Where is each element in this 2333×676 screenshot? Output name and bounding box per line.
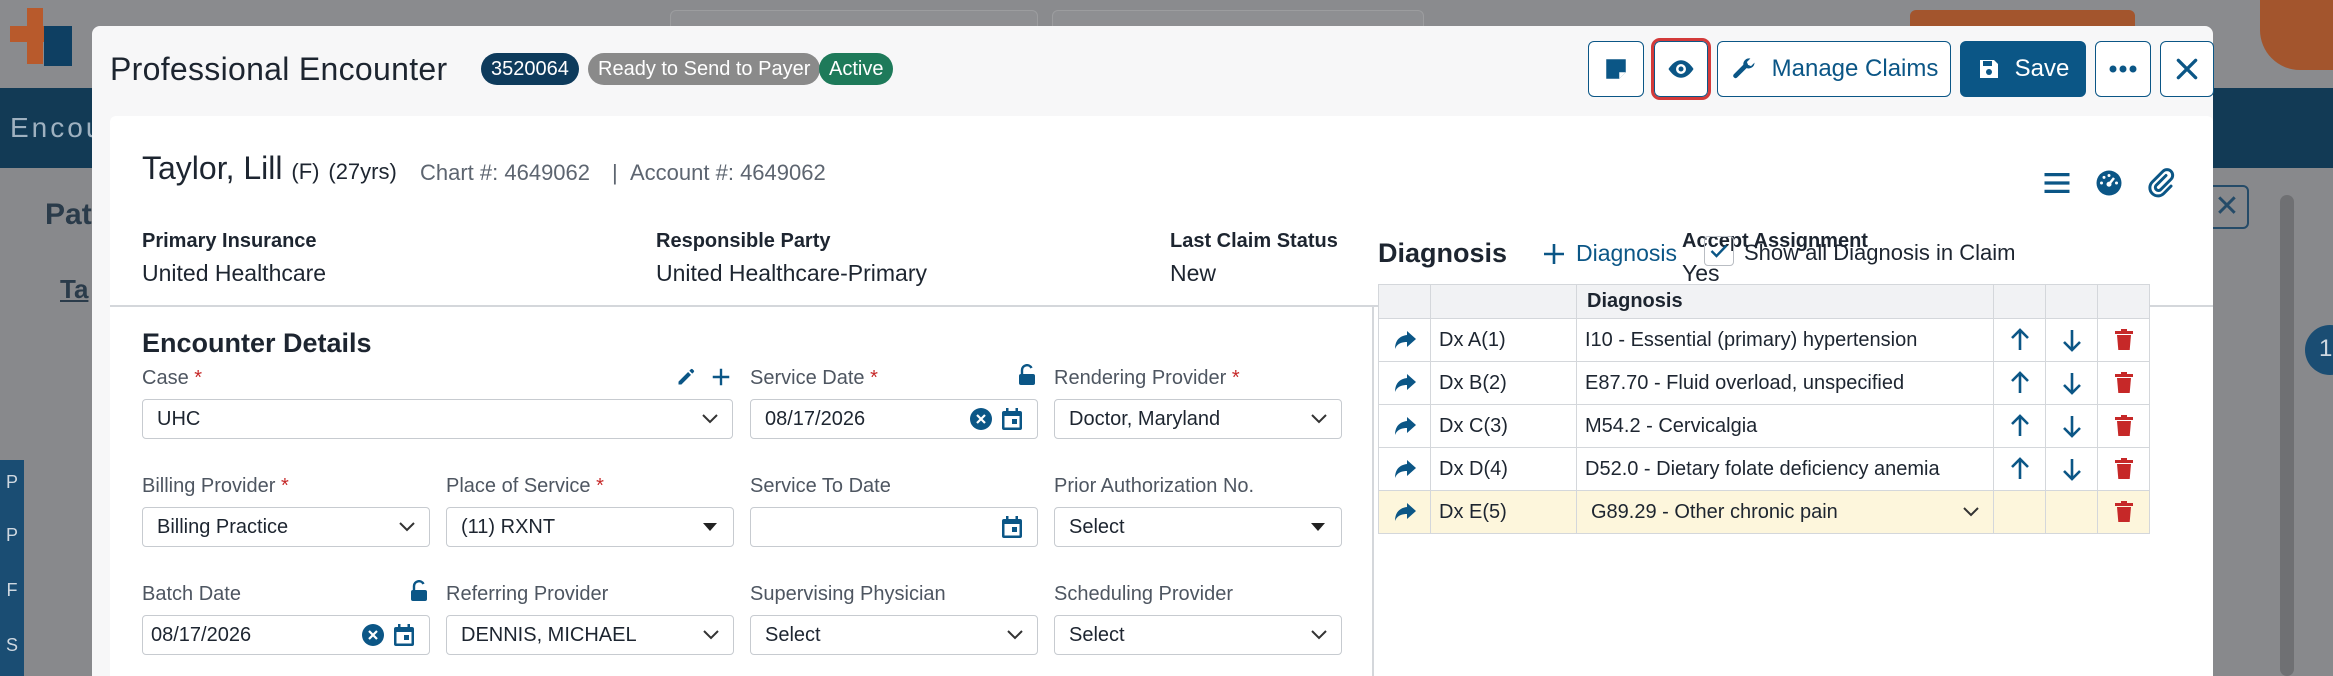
add-diagnosis-label: Diagnosis [1576, 240, 1677, 266]
wrench-icon [1732, 58, 1755, 79]
background-tab-letter: P [5, 472, 18, 492]
arrow-up-icon [2010, 414, 2029, 436]
arrow-up-icon [2010, 328, 2029, 350]
move-down-button[interactable] [2045, 318, 2098, 362]
point-diagnosis-button[interactable] [1378, 318, 1431, 362]
save-button[interactable]: Save [1960, 41, 2086, 97]
arrow-down-icon [2062, 416, 2081, 438]
app-logo [10, 8, 72, 66]
background-scrollbar [2280, 195, 2294, 676]
point-diagnosis-button[interactable] [1378, 490, 1431, 534]
trash-icon [2114, 458, 2133, 479]
share-arrow-icon [1394, 460, 1416, 478]
move-up-button[interactable] [1993, 447, 2046, 491]
dx-code: Dx B(2) [1430, 361, 1577, 405]
encounter-id-badge: 3520064 [481, 53, 579, 85]
close-icon [2176, 58, 2198, 80]
modal-title: Professional Encounter [110, 51, 448, 87]
trash-icon [2114, 372, 2133, 393]
preview-button[interactable] [1651, 38, 1711, 100]
dx-description: D52.0 - Dietary folate deficiency anemia [1576, 447, 1994, 491]
arrow-down-icon [2062, 330, 2081, 352]
plus-icon [1544, 243, 1564, 264]
table-row: Dx C(3) M54.2 - Cervicalgia [1378, 404, 2150, 448]
dx-description-select[interactable]: G89.29 - Other chronic pain [1576, 490, 1994, 534]
ellipsis-icon [2109, 65, 2137, 73]
move-up-button[interactable] [1993, 318, 2046, 362]
point-diagnosis-button[interactable] [1378, 447, 1431, 491]
table-row: Dx B(2) E87.70 - Fluid overload, unspeci… [1378, 361, 2150, 405]
share-arrow-icon [1394, 503, 1416, 521]
eye-icon [1668, 60, 1694, 78]
empty-cell [2045, 490, 2098, 534]
move-down-button[interactable] [2045, 361, 2098, 405]
move-down-button[interactable] [2045, 447, 2098, 491]
table-row-editing: Dx E(5) G89.29 - Other chronic pain [1378, 490, 2150, 534]
dx-code: Dx D(4) [1430, 447, 1577, 491]
modal-header: Professional Encounter 3520064 Ready to … [92, 26, 2214, 116]
delete-diagnosis-button[interactable] [2097, 361, 2150, 405]
diagnosis-panel: Diagnosis Diagnosis Show all Diagnosis i… [110, 116, 2213, 676]
delete-diagnosis-button[interactable] [2097, 447, 2150, 491]
move-down-button[interactable] [2045, 404, 2098, 448]
show-all-diagnosis-checkbox[interactable] [1704, 236, 1734, 266]
background-tab-letter: F [6, 580, 18, 600]
notes-button[interactable] [1588, 41, 1644, 97]
delete-diagnosis-button[interactable] [2097, 318, 2150, 362]
chevron-down-icon [1963, 507, 1979, 517]
dx-description: M54.2 - Cervicalgia [1576, 404, 1994, 448]
diagnosis-title: Diagnosis [1378, 238, 1508, 268]
save-label: Save [2014, 55, 2070, 82]
more-options-button[interactable] [2095, 41, 2151, 97]
diagnosis-table: Diagnosis Dx A(1) I10 - Essential (prima… [1378, 284, 2150, 534]
arrow-down-icon [2062, 373, 2081, 395]
trash-icon [2114, 329, 2133, 350]
arrow-down-icon [2062, 459, 2081, 481]
background-page-title: Pat [45, 198, 92, 231]
active-badge: Active [819, 53, 894, 85]
dx-code: Dx E(5) [1430, 490, 1577, 534]
add-diagnosis-button[interactable]: Diagnosis [1542, 240, 1677, 267]
arrow-up-icon [2010, 371, 2029, 393]
dx-description: I10 - Essential (primary) hypertension [1576, 318, 1994, 362]
background-patient-link: Ta [60, 274, 89, 304]
status-badge: Ready to Send to Payer [588, 53, 821, 85]
trash-icon [2114, 415, 2133, 436]
share-arrow-icon [1394, 331, 1416, 349]
empty-cell [1993, 490, 2046, 534]
save-icon [1979, 60, 1998, 78]
share-arrow-icon [1394, 374, 1416, 392]
diagnosis-column-header: Diagnosis [1576, 284, 1994, 319]
point-diagnosis-button[interactable] [1378, 361, 1431, 405]
table-row: Dx A(1) I10 - Essential (primary) hypert… [1378, 318, 2150, 362]
background-tab-letter: P [5, 525, 18, 545]
point-diagnosis-button[interactable] [1378, 404, 1431, 448]
dx-description: E87.70 - Fluid overload, unspecified [1576, 361, 1994, 405]
dx-description: G89.29 - Other chronic pain [1591, 500, 1838, 523]
background-nav-label: Encou [10, 112, 105, 143]
share-arrow-icon [1394, 417, 1416, 435]
check-icon [1710, 244, 1728, 258]
background-right-panel [2213, 168, 2333, 676]
dx-code: Dx A(1) [1430, 318, 1577, 362]
manage-claims-label: Manage Claims [1771, 55, 1939, 82]
arrow-up-icon [2010, 457, 2029, 479]
professional-encounter-modal: Professional Encounter 3520064 Ready to … [92, 26, 2214, 676]
show-all-diagnosis-label: Show all Diagnosis in Claim [1744, 240, 2016, 265]
manage-claims-button[interactable]: Manage Claims [1717, 41, 1951, 97]
move-up-button[interactable] [1993, 361, 2046, 405]
background-tab-letter: S [5, 635, 18, 655]
delete-diagnosis-button[interactable] [2097, 404, 2150, 448]
trash-icon [2114, 501, 2133, 522]
dx-code: Dx C(3) [1430, 404, 1577, 448]
move-up-button[interactable] [1993, 404, 2046, 448]
sticky-note-icon [1606, 59, 1626, 79]
table-header-row: Diagnosis [1378, 284, 2150, 319]
close-button[interactable] [2160, 41, 2214, 97]
delete-diagnosis-button[interactable] [2097, 490, 2150, 534]
table-row: Dx D(4) D52.0 - Dietary folate deficienc… [1378, 447, 2150, 491]
